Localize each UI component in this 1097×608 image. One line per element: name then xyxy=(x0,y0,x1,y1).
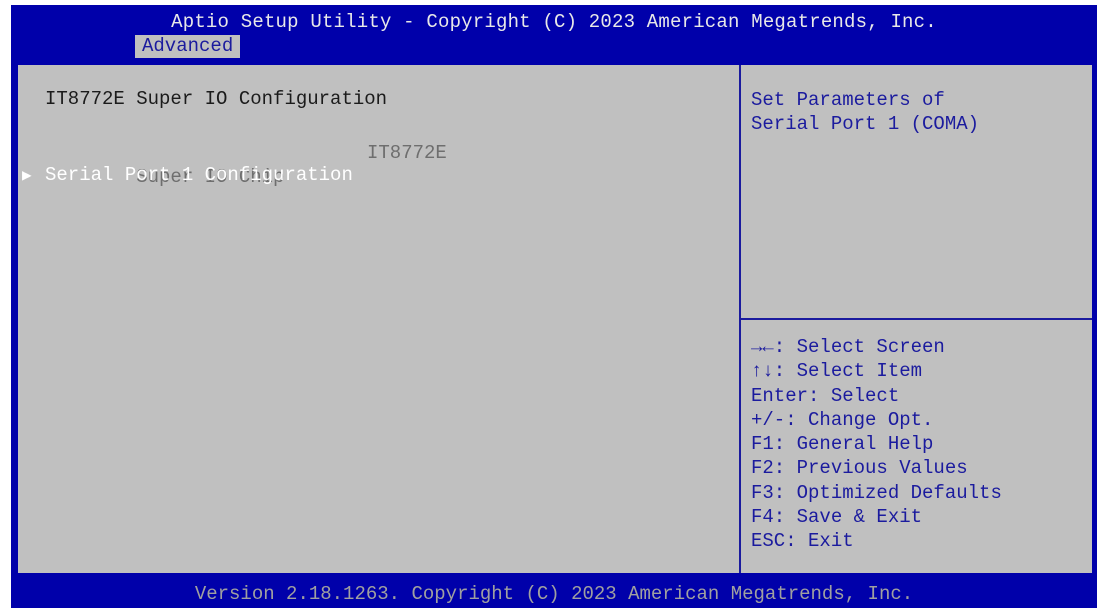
page-title: IT8772E Super IO Configuration xyxy=(45,88,388,110)
key-optimized-defaults: F3: Optimized Defaults xyxy=(751,481,1002,504)
key-esc-exit: ESC: Exit xyxy=(751,530,854,553)
serial-port-1-configuration-item[interactable]: Serial Port 1 Configuration xyxy=(45,163,353,187)
key-change-opt: +/-: Change Opt. xyxy=(751,408,934,431)
help-divider xyxy=(741,318,1092,320)
key-general-help: F1: General Help xyxy=(751,433,934,456)
key-legend: →←: Select Screen ↑↓: Select Item Enter:… xyxy=(751,335,1002,554)
key-select-item: ↑↓: Select Item xyxy=(751,360,923,383)
bios-frame: Aptio Setup Utility - Copyright (C) 2023… xyxy=(11,5,1097,608)
app-title: Aptio Setup Utility - Copyright (C) 2023… xyxy=(171,11,937,33)
key-select-screen: →←: Select Screen xyxy=(751,336,945,358)
submenu-arrow-icon: ▶ xyxy=(22,167,32,185)
super-io-chip-row: Super IO Chip IT8772E xyxy=(45,141,447,237)
help-pane: Set Parameters of Serial Port 1 (COMA) →… xyxy=(741,65,1092,573)
key-save-exit: F4: Save & Exit xyxy=(751,506,923,529)
super-io-chip-value: IT8772E xyxy=(367,142,447,164)
help-text: Set Parameters of Serial Port 1 (COMA) xyxy=(751,89,980,135)
tab-advanced[interactable]: Advanced xyxy=(135,35,241,58)
key-previous-values: F2: Previous Values xyxy=(751,457,968,480)
key-enter-select: Enter: Select xyxy=(751,384,900,407)
settings-pane: IT8772E Super IO Configuration Super IO … xyxy=(18,65,739,573)
main-panel: IT8772E Super IO Configuration Super IO … xyxy=(17,64,1093,574)
version-footer: Version 2.18.1263. Copyright (C) 2023 Am… xyxy=(194,583,914,605)
